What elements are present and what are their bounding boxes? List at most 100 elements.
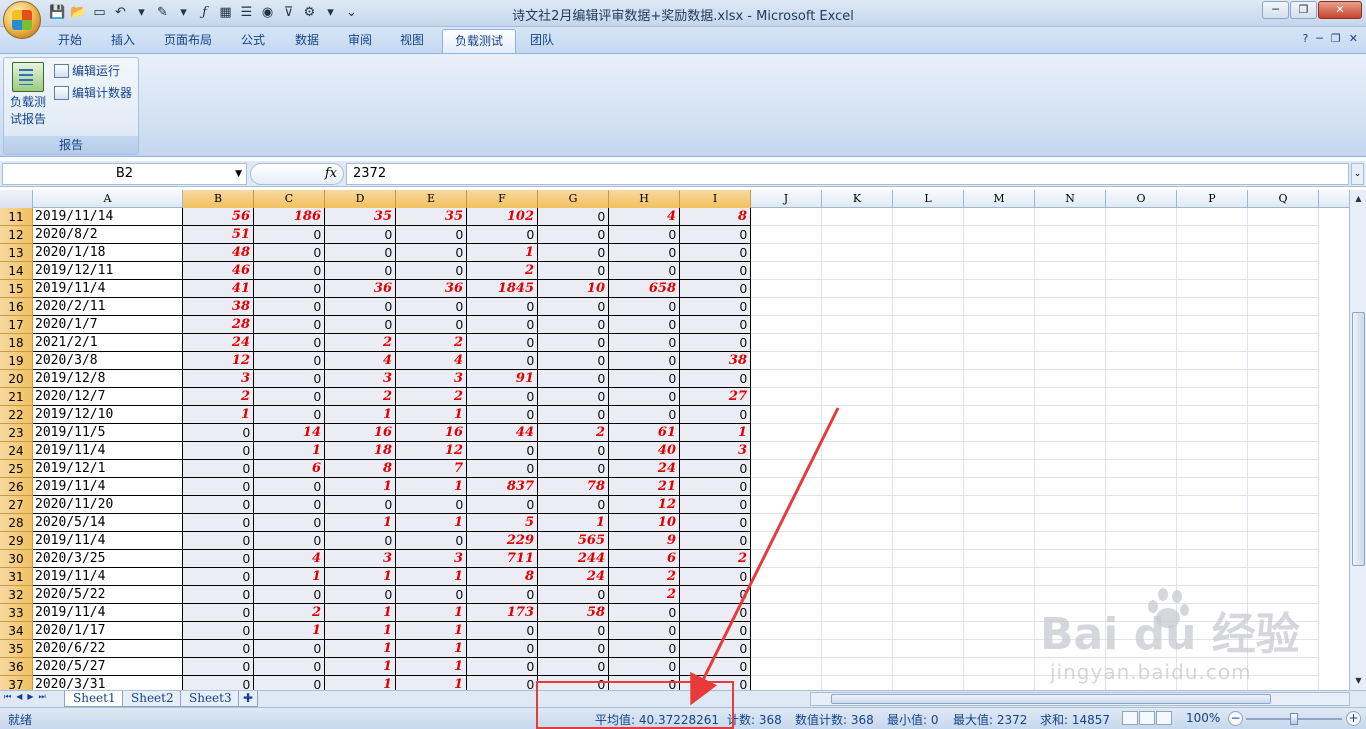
column-header-g[interactable]: G bbox=[538, 190, 609, 208]
cell-empty[interactable] bbox=[1035, 226, 1106, 244]
cell-b[interactable]: 0 bbox=[183, 676, 254, 690]
column-header-n[interactable]: N bbox=[1035, 190, 1106, 208]
cell-empty[interactable] bbox=[1248, 496, 1319, 514]
cell-d[interactable]: 0 bbox=[325, 298, 396, 316]
cell-h[interactable]: 0 bbox=[609, 622, 680, 640]
cell-empty[interactable] bbox=[822, 370, 893, 388]
cell-f[interactable]: 173 bbox=[467, 604, 538, 622]
cell-empty[interactable] bbox=[964, 370, 1035, 388]
cell-empty[interactable] bbox=[964, 208, 1035, 226]
cell-empty[interactable] bbox=[893, 586, 964, 604]
cell-c[interactable]: 0 bbox=[254, 640, 325, 658]
cell-empty[interactable] bbox=[893, 442, 964, 460]
cell-empty[interactable] bbox=[1106, 226, 1177, 244]
cell-empty[interactable] bbox=[751, 586, 822, 604]
row-header[interactable]: 15 bbox=[0, 280, 33, 298]
cell-b[interactable]: 0 bbox=[183, 496, 254, 514]
cell-empty[interactable] bbox=[822, 514, 893, 532]
cell-b[interactable]: 1 bbox=[183, 406, 254, 424]
cell-e[interactable]: 1 bbox=[396, 676, 467, 690]
cell-empty[interactable] bbox=[1248, 352, 1319, 370]
cell-empty[interactable] bbox=[1106, 406, 1177, 424]
cell-e[interactable]: 1 bbox=[396, 406, 467, 424]
column-header-d[interactable]: D bbox=[325, 190, 396, 208]
cell-g[interactable]: 0 bbox=[538, 316, 609, 334]
cell-empty[interactable] bbox=[893, 424, 964, 442]
cell-empty[interactable] bbox=[1248, 388, 1319, 406]
cell-empty[interactable] bbox=[893, 676, 964, 690]
cell-date[interactable]: 2020/8/2 bbox=[33, 226, 183, 244]
cell-empty[interactable] bbox=[822, 316, 893, 334]
cell-empty[interactable] bbox=[1248, 442, 1319, 460]
zoom-slider-handle[interactable] bbox=[1290, 713, 1298, 725]
cell-h[interactable]: 0 bbox=[609, 244, 680, 262]
cell-e[interactable]: 0 bbox=[396, 262, 467, 280]
cell-d[interactable]: 0 bbox=[325, 316, 396, 334]
cell-empty[interactable] bbox=[893, 388, 964, 406]
scroll-down-icon[interactable]: ▼ bbox=[1352, 674, 1365, 688]
cell-empty[interactable] bbox=[1106, 388, 1177, 406]
cell-empty[interactable] bbox=[1035, 568, 1106, 586]
page-layout-view-icon[interactable] bbox=[1139, 711, 1155, 725]
cell-f[interactable]: 102 bbox=[467, 208, 538, 226]
cell-i[interactable]: 0 bbox=[680, 568, 751, 586]
cell-empty[interactable] bbox=[1248, 262, 1319, 280]
cell-empty[interactable] bbox=[1248, 244, 1319, 262]
close-icon[interactable]: ✕ bbox=[1349, 32, 1358, 45]
cell-empty[interactable] bbox=[822, 568, 893, 586]
cell-empty[interactable] bbox=[751, 460, 822, 478]
cell-empty[interactable] bbox=[1248, 532, 1319, 550]
cell-empty[interactable] bbox=[822, 424, 893, 442]
row-header[interactable]: 27 bbox=[0, 496, 33, 514]
row-header[interactable]: 34 bbox=[0, 622, 33, 640]
cell-i[interactable]: 1 bbox=[680, 424, 751, 442]
cell-empty[interactable] bbox=[751, 568, 822, 586]
cell-empty[interactable] bbox=[1106, 370, 1177, 388]
cell-date[interactable]: 2020/3/31 bbox=[33, 676, 183, 690]
cell-empty[interactable] bbox=[1177, 532, 1248, 550]
cell-e[interactable]: 2 bbox=[396, 334, 467, 352]
cell-c[interactable]: 0 bbox=[254, 316, 325, 334]
name-box[interactable]: B2 ▼ bbox=[2, 163, 247, 185]
cell-f[interactable]: 2 bbox=[467, 262, 538, 280]
cell-e[interactable]: 0 bbox=[396, 226, 467, 244]
cell-f[interactable]: 0 bbox=[467, 640, 538, 658]
cell-i[interactable]: 8 bbox=[680, 208, 751, 226]
cell-c[interactable]: 0 bbox=[254, 334, 325, 352]
cell-empty[interactable] bbox=[1106, 262, 1177, 280]
cell-empty[interactable] bbox=[893, 406, 964, 424]
cell-i[interactable]: 0 bbox=[680, 460, 751, 478]
cell-c[interactable]: 1 bbox=[254, 442, 325, 460]
cell-date[interactable]: 2020/5/22 bbox=[33, 586, 183, 604]
cell-empty[interactable] bbox=[964, 460, 1035, 478]
sheet-tab-sheet2[interactable]: Sheet2 bbox=[122, 691, 183, 707]
cell-empty[interactable] bbox=[1248, 316, 1319, 334]
cell-g[interactable]: 0 bbox=[538, 244, 609, 262]
cell-c[interactable]: 186 bbox=[254, 208, 325, 226]
cell-b[interactable]: 46 bbox=[183, 262, 254, 280]
cell-b[interactable]: 38 bbox=[183, 298, 254, 316]
cell-empty[interactable] bbox=[751, 478, 822, 496]
cell-empty[interactable] bbox=[1177, 334, 1248, 352]
cell-empty[interactable] bbox=[1035, 496, 1106, 514]
cell-c[interactable]: 4 bbox=[254, 550, 325, 568]
cell-empty[interactable] bbox=[751, 370, 822, 388]
cell-empty[interactable] bbox=[1035, 532, 1106, 550]
cell-empty[interactable] bbox=[751, 424, 822, 442]
cell-f[interactable]: 0 bbox=[467, 388, 538, 406]
cell-empty[interactable] bbox=[1106, 280, 1177, 298]
cell-empty[interactable] bbox=[822, 352, 893, 370]
cell-b[interactable]: 0 bbox=[183, 442, 254, 460]
sheet-tab-sheet3[interactable]: Sheet3 bbox=[180, 691, 241, 707]
row-header[interactable]: 18 bbox=[0, 334, 33, 352]
cell-empty[interactable] bbox=[822, 622, 893, 640]
cell-h[interactable]: 0 bbox=[609, 316, 680, 334]
cell-e[interactable]: 2 bbox=[396, 388, 467, 406]
cell-empty[interactable] bbox=[822, 208, 893, 226]
cell-date[interactable]: 2020/12/7 bbox=[33, 388, 183, 406]
cell-d[interactable]: 1 bbox=[325, 406, 396, 424]
cell-empty[interactable] bbox=[964, 280, 1035, 298]
cell-g[interactable]: 0 bbox=[538, 442, 609, 460]
cell-empty[interactable] bbox=[751, 208, 822, 226]
row-header[interactable]: 25 bbox=[0, 460, 33, 478]
